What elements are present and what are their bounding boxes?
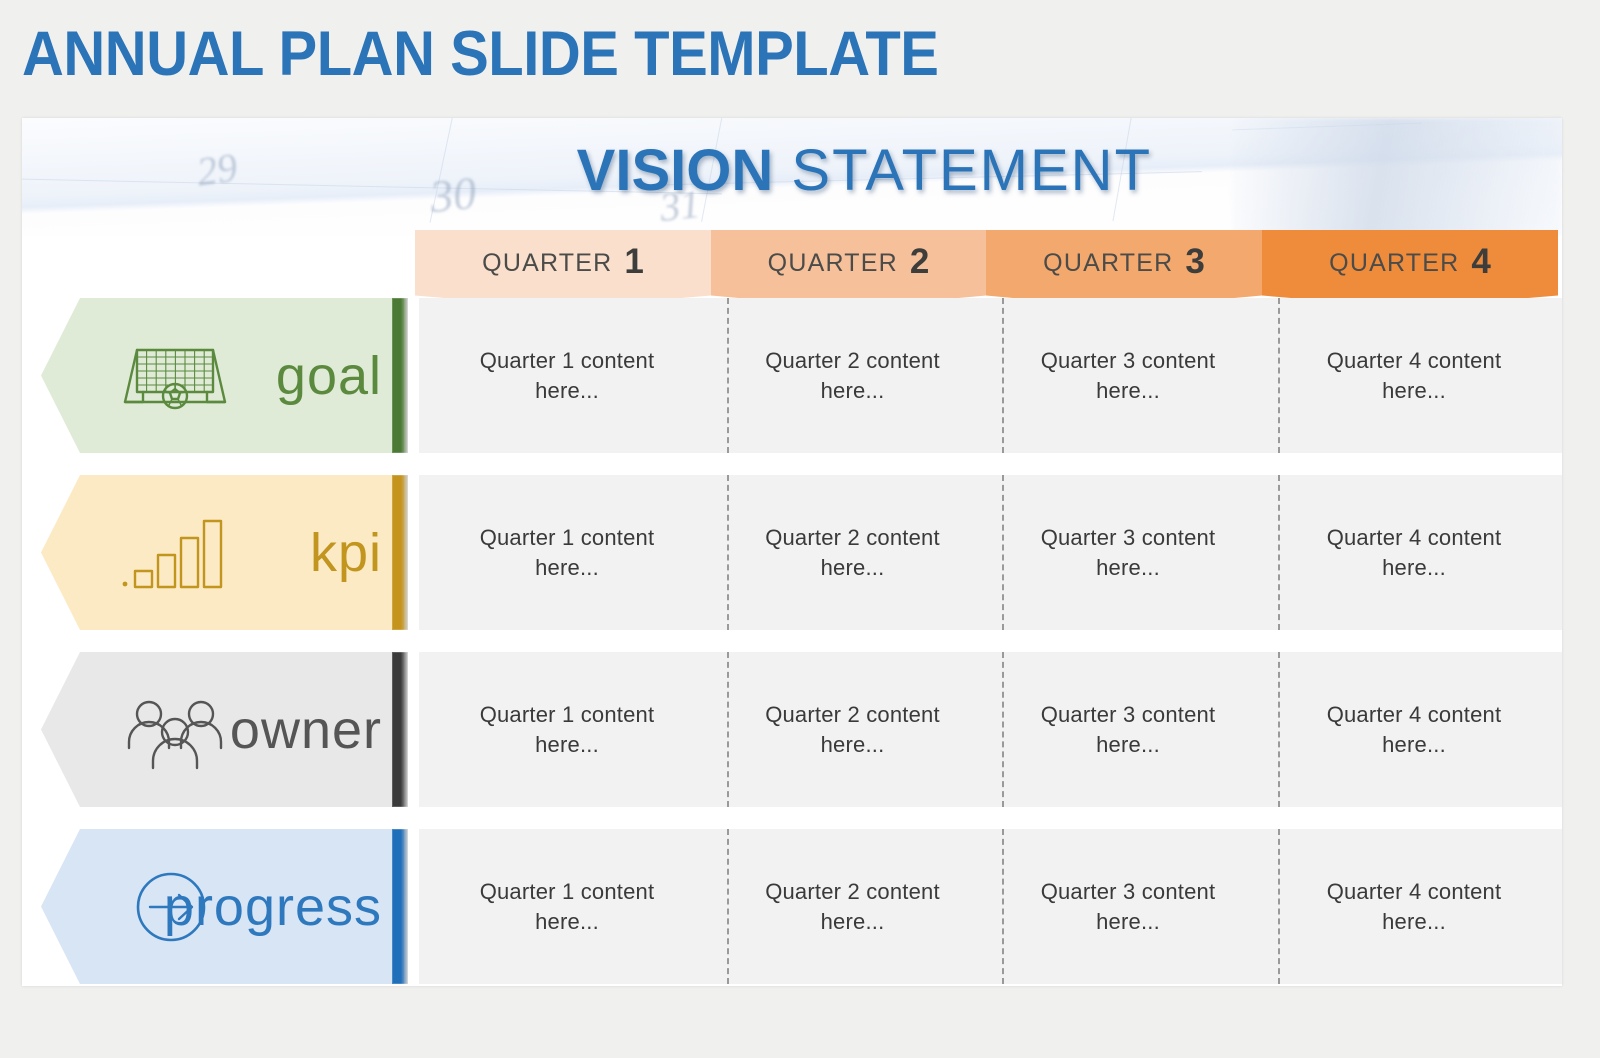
cell-goal-q2[interactable]: Quarter 2 content here... bbox=[715, 298, 990, 453]
column-divider bbox=[1278, 652, 1280, 807]
column-divider bbox=[727, 298, 729, 453]
cell-kpi-q4[interactable]: Quarter 4 content here... bbox=[1266, 475, 1562, 630]
row-cells: Quarter 1 content here... Quarter 2 conte… bbox=[419, 829, 1562, 984]
cell-progress-q4[interactable]: Quarter 4 content here... bbox=[1266, 829, 1562, 984]
quarter-header-number: 2 bbox=[909, 242, 930, 281]
cell-text: Quarter 1 content here... bbox=[479, 878, 655, 934]
plan-row-owner: owner Quarter 1 content here... Quarter 2 … bbox=[22, 652, 1562, 807]
row-accent-bar bbox=[392, 475, 408, 630]
column-divider bbox=[727, 652, 729, 807]
cell-goal-q1[interactable]: Quarter 1 content here... bbox=[419, 298, 715, 453]
cell-kpi-q1[interactable]: Quarter 1 content here... bbox=[419, 475, 715, 630]
vision-statement-title: VISION STATEMENT bbox=[22, 134, 1152, 208]
quarter-header-number: 4 bbox=[1471, 242, 1491, 281]
cell-text: Quarter 3 content here... bbox=[1040, 347, 1216, 403]
page-title: ANNUAL PLAN SLIDE TEMPLATE bbox=[22, 19, 939, 89]
row-label-goal[interactable]: goal bbox=[41, 298, 404, 453]
quarter-header-label: QUARTER bbox=[1329, 249, 1460, 277]
row-label-owner[interactable]: owner bbox=[41, 652, 404, 807]
row-accent-bar bbox=[392, 298, 408, 453]
column-divider bbox=[727, 475, 729, 630]
row-label-text: kpi bbox=[309, 522, 382, 583]
cell-text: Quarter 3 content here... bbox=[1040, 878, 1216, 934]
column-divider bbox=[1002, 829, 1004, 984]
vision-banner: 29 30 31 VISION STATEMENT bbox=[22, 118, 1562, 236]
cell-text: Quarter 4 content here... bbox=[1326, 347, 1502, 403]
people-group-icon bbox=[119, 684, 231, 776]
vision-word: VISION bbox=[576, 138, 774, 203]
slide-canvas: 29 30 31 VISION STATEMENT QUARTER 1 QUARTE… bbox=[22, 118, 1562, 986]
cell-owner-q4[interactable]: Quarter 4 content here... bbox=[1266, 652, 1562, 807]
quarter-header-label: QUARTER bbox=[767, 249, 898, 277]
plan-row-progress: progress Quarter 1 content here... Quarter… bbox=[22, 829, 1562, 984]
row-label-text: progress bbox=[163, 876, 382, 937]
cell-text: Quarter 1 content here... bbox=[479, 701, 655, 757]
column-divider bbox=[727, 829, 729, 984]
row-cells: Quarter 1 content here... Quarter 2 conte… bbox=[419, 475, 1562, 630]
cell-text: Quarter 1 content here... bbox=[479, 347, 655, 403]
column-divider bbox=[1278, 829, 1280, 984]
row-accent-bar bbox=[392, 829, 408, 984]
quarter-header-2[interactable]: QUARTER 2 bbox=[711, 230, 986, 308]
quarter-header-3[interactable]: QUARTER 3 bbox=[986, 230, 1262, 308]
column-divider bbox=[1002, 652, 1004, 807]
cell-progress-q1[interactable]: Quarter 1 content here... bbox=[419, 829, 715, 984]
calendar-photo-shade bbox=[1232, 118, 1562, 236]
cell-progress-q2[interactable]: Quarter 2 content here... bbox=[715, 829, 990, 984]
cell-owner-q1[interactable]: Quarter 1 content here... bbox=[419, 652, 715, 807]
quarter-header-label: QUARTER bbox=[482, 249, 613, 277]
plan-body: goal Quarter 1 content here... Quarter 2 c… bbox=[22, 298, 1562, 986]
cell-text: Quarter 2 content here... bbox=[765, 347, 940, 403]
cell-text: Quarter 3 content here... bbox=[1040, 701, 1216, 757]
cell-text: Quarter 2 content here... bbox=[765, 524, 940, 580]
cell-owner-q3[interactable]: Quarter 3 content here... bbox=[990, 652, 1266, 807]
row-cells: Quarter 1 content here... Quarter 2 conte… bbox=[419, 652, 1562, 807]
quarter-header-number: 1 bbox=[624, 242, 644, 281]
cell-text: Quarter 4 content here... bbox=[1326, 701, 1502, 757]
row-accent-bar bbox=[392, 652, 408, 807]
cell-text: Quarter 2 content here... bbox=[765, 701, 940, 757]
cell-kpi-q3[interactable]: Quarter 3 content here... bbox=[990, 475, 1266, 630]
quarter-header-4[interactable]: QUARTER 4 bbox=[1262, 230, 1558, 308]
plan-row-goal: goal Quarter 1 content here... Quarter 2 c… bbox=[22, 298, 1562, 453]
cell-text: Quarter 3 content here... bbox=[1040, 524, 1216, 580]
soccer-goal-icon bbox=[119, 330, 231, 422]
column-divider bbox=[1002, 475, 1004, 630]
cell-goal-q4[interactable]: Quarter 4 content here... bbox=[1266, 298, 1562, 453]
cell-text: Quarter 4 content here... bbox=[1326, 878, 1502, 934]
row-label-kpi[interactable]: kpi bbox=[41, 475, 404, 630]
cell-text: Quarter 4 content here... bbox=[1326, 524, 1502, 580]
cell-progress-q3[interactable]: Quarter 3 content here... bbox=[990, 829, 1266, 984]
quarter-header-label: QUARTER bbox=[1043, 249, 1174, 277]
plan-row-kpi: kpi Quarter 1 content here... Quarter 2 co… bbox=[22, 475, 1562, 630]
quarter-header-row: QUARTER 1 QUARTER 2 QUARTER 3 QUARTER 4 bbox=[22, 230, 1562, 308]
cell-goal-q3[interactable]: Quarter 3 content here... bbox=[990, 298, 1266, 453]
quarter-header-1[interactable]: QUARTER 1 bbox=[415, 230, 711, 308]
cell-owner-q2[interactable]: Quarter 2 content here... bbox=[715, 652, 990, 807]
cell-text: Quarter 1 content here... bbox=[479, 524, 655, 580]
column-divider bbox=[1278, 475, 1280, 630]
column-divider bbox=[1278, 298, 1280, 453]
quarter-header-number: 3 bbox=[1185, 242, 1205, 281]
row-label-progress[interactable]: progress bbox=[41, 829, 404, 984]
row-label-text: owner bbox=[229, 699, 382, 760]
cell-kpi-q2[interactable]: Quarter 2 content here... bbox=[715, 475, 990, 630]
cell-text: Quarter 2 content here... bbox=[765, 878, 940, 934]
column-divider bbox=[1002, 298, 1004, 453]
row-cells: Quarter 1 content here... Quarter 2 conte… bbox=[419, 298, 1562, 453]
statement-word: STATEMENT bbox=[773, 138, 1152, 203]
bar-chart-icon bbox=[119, 507, 231, 599]
row-label-text: goal bbox=[275, 345, 382, 406]
